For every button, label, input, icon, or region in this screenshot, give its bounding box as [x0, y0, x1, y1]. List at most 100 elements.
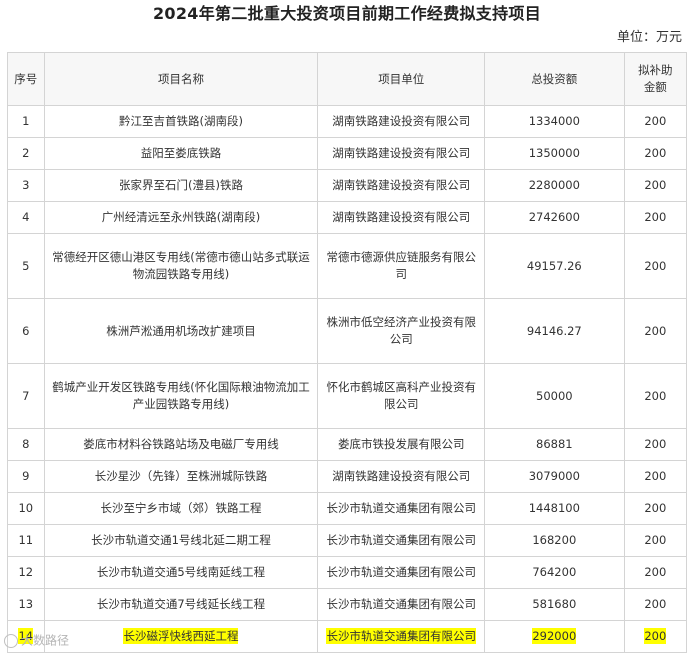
cell-name: 长沙星沙（先锋）至株洲城际铁路 — [43, 460, 319, 493]
cell-unit: 常德市德源供应链服务有限公司 — [317, 233, 485, 299]
cell-subsidy: 200 — [623, 492, 688, 525]
header-total: 总投资额 — [483, 52, 625, 106]
cell-unit: 怀化市鹤城区高科产业投资有限公司 — [317, 363, 485, 429]
cell-total: 1350000 — [483, 137, 625, 170]
cell-no: 13 — [7, 588, 45, 621]
cell-subsidy: 200 — [623, 588, 688, 621]
cell-subsidy: 200 — [623, 620, 688, 653]
cell-unit: 湖南铁路建设投资有限公司 — [317, 201, 485, 234]
cell-no: 6 — [7, 298, 45, 364]
cell-unit: 湖南铁路建设投资有限公司 — [317, 169, 485, 202]
cell-total: 168200 — [483, 524, 625, 557]
cell-total: 764200 — [483, 556, 625, 589]
cell-no: 7 — [7, 363, 45, 429]
cell-name: 常德经开区德山港区专用线(常德市德山站多式联运物流园铁路专用线) — [43, 233, 319, 299]
cell-unit: 长沙市轨道交通集团有限公司 — [317, 492, 485, 525]
cell-name: 长沙市轨道交通1号线北延二期工程 — [43, 524, 319, 557]
cell-no: 11 — [7, 524, 45, 557]
table-row: 4 广州经清远至永州铁路(湖南段) 湖南铁路建设投资有限公司 2742600 2… — [7, 201, 688, 234]
table-row: 5 常德经开区德山港区专用线(常德市德山站多式联运物流园铁路专用线) 常德市德源… — [7, 233, 688, 299]
cell-total: 292000 — [483, 620, 625, 653]
cell-subsidy: 200 — [623, 169, 688, 202]
cell-unit: 株洲市低空经济产业投资有限公司 — [317, 298, 485, 364]
table-row: 7 鹤城产业开发区铁路专用线(怀化国际粮油物流加工产业园铁路专用线) 怀化市鹤城… — [7, 363, 688, 429]
cell-unit: 长沙市轨道交通集团有限公司 — [317, 524, 485, 557]
cell-no: 2 — [7, 137, 45, 170]
cell-name: 益阳至娄底铁路 — [43, 137, 319, 170]
cell-subsidy: 200 — [623, 105, 688, 138]
highlight-mark: 292000 — [532, 628, 577, 644]
cell-name: 张家界至石门(澧县)铁路 — [43, 169, 319, 202]
cell-name: 长沙市轨道交通7号线延长线工程 — [43, 588, 319, 621]
cell-unit: 湖南铁路建设投资有限公司 — [317, 105, 485, 138]
cell-subsidy: 200 — [623, 524, 688, 557]
cell-name: 株洲芦淞通用机场改扩建项目 — [43, 298, 319, 364]
table-row: 9 长沙星沙（先锋）至株洲城际铁路 湖南铁路建设投资有限公司 3079000 2… — [7, 460, 688, 493]
table-row: 12 长沙市轨道交通5号线南延线工程 长沙市轨道交通集团有限公司 764200 … — [7, 556, 688, 589]
cell-no: 9 — [7, 460, 45, 493]
cell-name: 长沙市轨道交通5号线南延线工程 — [43, 556, 319, 589]
cell-subsidy: 200 — [623, 201, 688, 234]
cell-total: 2280000 — [483, 169, 625, 202]
table-header-row: 序号 项目名称 项目单位 总投资额 拟补助 金额 — [7, 52, 688, 106]
header-no: 序号 — [7, 52, 45, 106]
table-row: 8 娄底市材料谷铁路站场及电磁厂专用线 娄底市铁投发展有限公司 86881 20… — [7, 428, 688, 461]
project-table: 序号 项目名称 项目单位 总投资额 拟补助 金额 1 黔江至吉首铁路(湖南段) … — [7, 52, 688, 653]
cell-subsidy: 200 — [623, 556, 688, 589]
cell-unit: 长沙市轨道交通集团有限公司 — [317, 588, 485, 621]
header-subsidy-line1: 拟补助 — [638, 63, 673, 77]
cell-no: 3 — [7, 169, 45, 202]
cell-subsidy: 200 — [623, 428, 688, 461]
table-row: 3 张家界至石门(澧县)铁路 湖南铁路建设投资有限公司 2280000 200 — [7, 169, 688, 202]
cell-no: 1 — [7, 105, 45, 138]
highlight-mark: 长沙市轨道交通集团有限公司 — [326, 628, 476, 644]
header-subsidy: 拟补助 金额 — [623, 52, 688, 106]
cell-name: 长沙至宁乡市域（郊）铁路工程 — [43, 492, 319, 525]
table-row: 10 长沙至宁乡市域（郊）铁路工程 长沙市轨道交通集团有限公司 1448100 … — [7, 492, 688, 525]
cell-no: 4 — [7, 201, 45, 234]
cell-subsidy: 200 — [623, 233, 688, 299]
highlight-mark: 14 — [18, 628, 34, 644]
cell-name: 广州经清远至永州铁路(湖南段) — [43, 201, 319, 234]
cell-subsidy: 200 — [623, 137, 688, 170]
cell-total: 1448100 — [483, 492, 625, 525]
table-row: 2 益阳至娄底铁路 湖南铁路建设投资有限公司 1350000 200 — [7, 137, 688, 170]
cell-total: 2742600 — [483, 201, 625, 234]
header-unit: 项目单位 — [317, 52, 485, 106]
highlight-mark: 长沙磁浮快线西延工程 — [123, 628, 239, 644]
table-row: 13 长沙市轨道交通7号线延长线工程 长沙市轨道交通集团有限公司 581680 … — [7, 588, 688, 621]
cell-name: 鹤城产业开发区铁路专用线(怀化国际粮油物流加工产业园铁路专用线) — [43, 363, 319, 429]
cell-name: 娄底市材料谷铁路站场及电磁厂专用线 — [43, 428, 319, 461]
cell-no: 12 — [7, 556, 45, 589]
cell-total: 86881 — [483, 428, 625, 461]
cell-subsidy: 200 — [623, 363, 688, 429]
header-name: 项目名称 — [43, 52, 319, 106]
table-row: 11 长沙市轨道交通1号线北延二期工程 长沙市轨道交通集团有限公司 168200… — [7, 524, 688, 557]
cell-no: 10 — [7, 492, 45, 525]
cell-no: 14 — [7, 620, 45, 653]
cell-no: 5 — [7, 233, 45, 299]
cell-unit: 长沙市轨道交通集团有限公司 — [317, 556, 485, 589]
cell-subsidy: 200 — [623, 460, 688, 493]
cell-total: 50000 — [483, 363, 625, 429]
cell-total: 94146.27 — [483, 298, 625, 364]
table-row: 1 黔江至吉首铁路(湖南段) 湖南铁路建设投资有限公司 1334000 200 — [7, 105, 688, 138]
unit-label: 单位：万元 — [616, 30, 682, 45]
cell-name: 黔江至吉首铁路(湖南段) — [43, 105, 319, 138]
cell-unit: 湖南铁路建设投资有限公司 — [317, 137, 485, 170]
cell-no: 8 — [7, 428, 45, 461]
cell-unit: 娄底市铁投发展有限公司 — [317, 428, 485, 461]
header-subsidy-line2: 金额 — [643, 80, 667, 94]
cell-unit: 湖南铁路建设投资有限公司 — [317, 460, 485, 493]
cell-total: 49157.26 — [483, 233, 625, 299]
cell-total: 1334000 — [483, 105, 625, 138]
table-row: 6 株洲芦淞通用机场改扩建项目 株洲市低空经济产业投资有限公司 94146.27… — [7, 298, 688, 364]
cell-subsidy: 200 — [623, 298, 688, 364]
table-row-highlighted: 14 长沙磁浮快线西延工程 长沙市轨道交通集团有限公司 292000 200 — [7, 620, 688, 653]
cell-name: 长沙磁浮快线西延工程 — [43, 620, 319, 653]
cell-total: 581680 — [483, 588, 625, 621]
cell-unit: 长沙市轨道交通集团有限公司 — [317, 620, 485, 653]
highlight-mark: 200 — [644, 628, 667, 644]
cell-total: 3079000 — [483, 460, 625, 493]
page-title: 2024年第二批重大投资项目前期工作经费拟支持项目 — [152, 4, 542, 23]
